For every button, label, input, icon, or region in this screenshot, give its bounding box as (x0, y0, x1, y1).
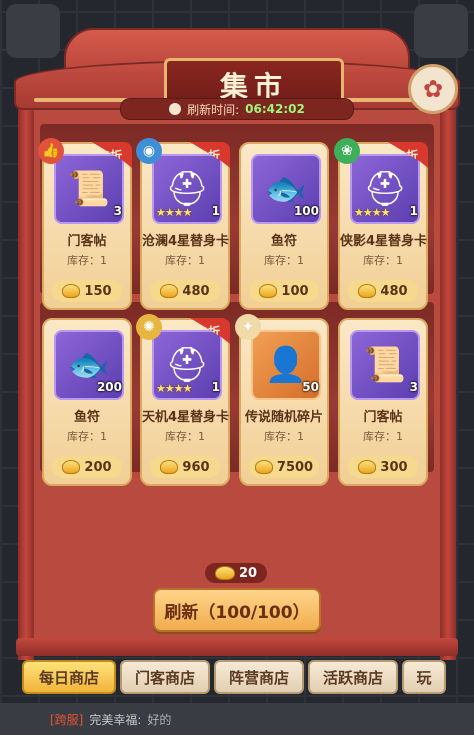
tab-daily-shop[interactable]: 每日商店 (22, 660, 116, 694)
shop-item-card[interactable]: ⛑★★★★1沧澜4星替身卡库存：14808折◉ (136, 138, 230, 310)
item-name: 门客帖 (363, 410, 403, 425)
tab-more[interactable]: 玩 (402, 660, 446, 694)
ingot-icon (358, 284, 377, 298)
shop-item-card[interactable]: 🐟 100 鱼符 库存：1 100 (239, 142, 329, 310)
ingot-icon (254, 460, 273, 474)
item-stock: 库存：1 (363, 254, 403, 267)
item-name: 鱼符 (73, 410, 100, 425)
ingot-icon (160, 460, 179, 474)
shop-tabs: 每日商店 门客商店 阵营商店 活跃商店 玩 (22, 660, 446, 696)
item-name: 侠影4星替身卡 (340, 234, 428, 249)
refresh-button-label: 刷新（100/100） (164, 602, 310, 623)
item-price: 300 (380, 459, 408, 475)
item-name: 传说随机碎片 (244, 410, 323, 425)
panel-base (16, 638, 458, 656)
item-price: 7500 (276, 459, 314, 475)
wind-icon: ❀ (334, 138, 360, 164)
item-quantity: 200 (96, 380, 122, 394)
refresh-cost: 20 (205, 563, 267, 583)
shop-item-card[interactable]: 👤 50 传说随机碎片 库存：1 7500 ✦ (235, 314, 329, 486)
shop-item-card[interactable]: 🐟 200 鱼符 库存：1 200 (42, 318, 132, 486)
item-price: 200 (84, 459, 112, 475)
item-quantity: 3 (113, 204, 122, 218)
ingot-icon (259, 284, 278, 298)
item-stock: 库存：1 (165, 430, 205, 443)
item-stock: 库存：1 (264, 254, 304, 267)
chat-sender: 完美幸福: (89, 712, 142, 727)
item-stock: 库存：1 (67, 430, 107, 443)
item-quantity: 50 (302, 380, 319, 394)
refresh-timer: 刷新时间: 06:42:02 (120, 98, 354, 120)
item-price: 480 (182, 283, 210, 299)
tab-guest-shop[interactable]: 门客商店 (120, 660, 210, 694)
buy-button[interactable]: 960 (150, 456, 220, 478)
item-stock: 库存：1 (165, 254, 205, 267)
item-name: 天机4星替身卡 (142, 410, 230, 425)
buy-button[interactable]: 300 (348, 456, 418, 478)
tab-label: 每日商店 (38, 668, 99, 687)
item-quantity: 1 (409, 204, 418, 218)
item-price: 150 (84, 283, 112, 299)
star-rating: ★★★★ (156, 382, 192, 395)
item-stock: 库存：1 (67, 254, 107, 267)
gear-icon: ✺ (136, 314, 162, 340)
puzzle-icon: ✦ (235, 314, 261, 340)
star-rating: ★★★★ (156, 206, 192, 219)
buy-button[interactable]: 7500 (249, 456, 319, 478)
ingot-icon (62, 460, 81, 474)
buy-button[interactable]: 100 (249, 280, 319, 302)
right-pillar (440, 100, 456, 660)
item-quantity: 100 (293, 204, 319, 218)
tab-label: 玩 (416, 668, 432, 687)
buy-button[interactable]: 150 (52, 280, 122, 302)
ingot-icon (214, 566, 235, 580)
item-price: 480 (380, 283, 408, 299)
refresh-cost-value: 20 (238, 565, 258, 581)
ingot-icon (62, 284, 81, 298)
item-name: 鱼符 (270, 234, 297, 249)
shop-item-card[interactable]: ⛑★★★★1侠影4星替身卡库存：14808折❀ (334, 138, 428, 310)
item-name: 沧澜4星替身卡 (142, 234, 230, 249)
tab-label: 阵营商店 (228, 668, 289, 687)
buy-button[interactable]: 480 (348, 280, 418, 302)
ingot-icon (160, 284, 179, 298)
refresh-label: 刷新时间: (187, 102, 240, 117)
star-rating: ★★★★ (354, 206, 390, 219)
tab-label: 活跃商店 (322, 668, 383, 687)
item-stock: 库存：1 (363, 430, 403, 443)
item-quantity: 1 (211, 380, 220, 394)
chat-channel: [跨服] (50, 712, 84, 727)
water-icon: ◉ (136, 138, 162, 164)
tab-active-shop[interactable]: 活跃商店 (308, 660, 398, 694)
ingot-icon (358, 460, 377, 474)
left-pillar (18, 100, 34, 660)
chat-message: 好的 (147, 712, 172, 727)
tab-label: 门客商店 (134, 668, 195, 687)
refresh-time: 06:42:02 (245, 102, 305, 116)
item-quantity: 3 (409, 380, 418, 394)
tab-faction-shop[interactable]: 阵营商店 (214, 660, 304, 694)
thumbs-up-icon: 👍 (38, 138, 64, 164)
clock-icon (169, 103, 182, 115)
item-price: 960 (182, 459, 210, 475)
shop-item-card[interactable]: 📜3门客帖库存：11505折👍 (38, 138, 132, 310)
item-price: 100 (281, 283, 309, 299)
refresh-button[interactable]: 刷新（100/100） (153, 588, 321, 632)
buy-button[interactable]: 480 (150, 280, 220, 302)
shop-item-card[interactable]: ⛑★★★★1天机4星替身卡库存：19608折✺ (136, 314, 230, 486)
chat-bar[interactable]: [跨服] 完美幸福: 好的 (0, 703, 474, 735)
buy-button[interactable]: 200 (52, 456, 122, 478)
item-name: 门客帖 (67, 234, 107, 249)
flower-close-icon[interactable]: ✿ (408, 64, 458, 114)
item-quantity: 1 (211, 204, 220, 218)
shop-item-card[interactable]: 📜 3 门客帖 库存：1 300 (338, 318, 428, 486)
item-stock: 库存：1 (264, 430, 304, 443)
